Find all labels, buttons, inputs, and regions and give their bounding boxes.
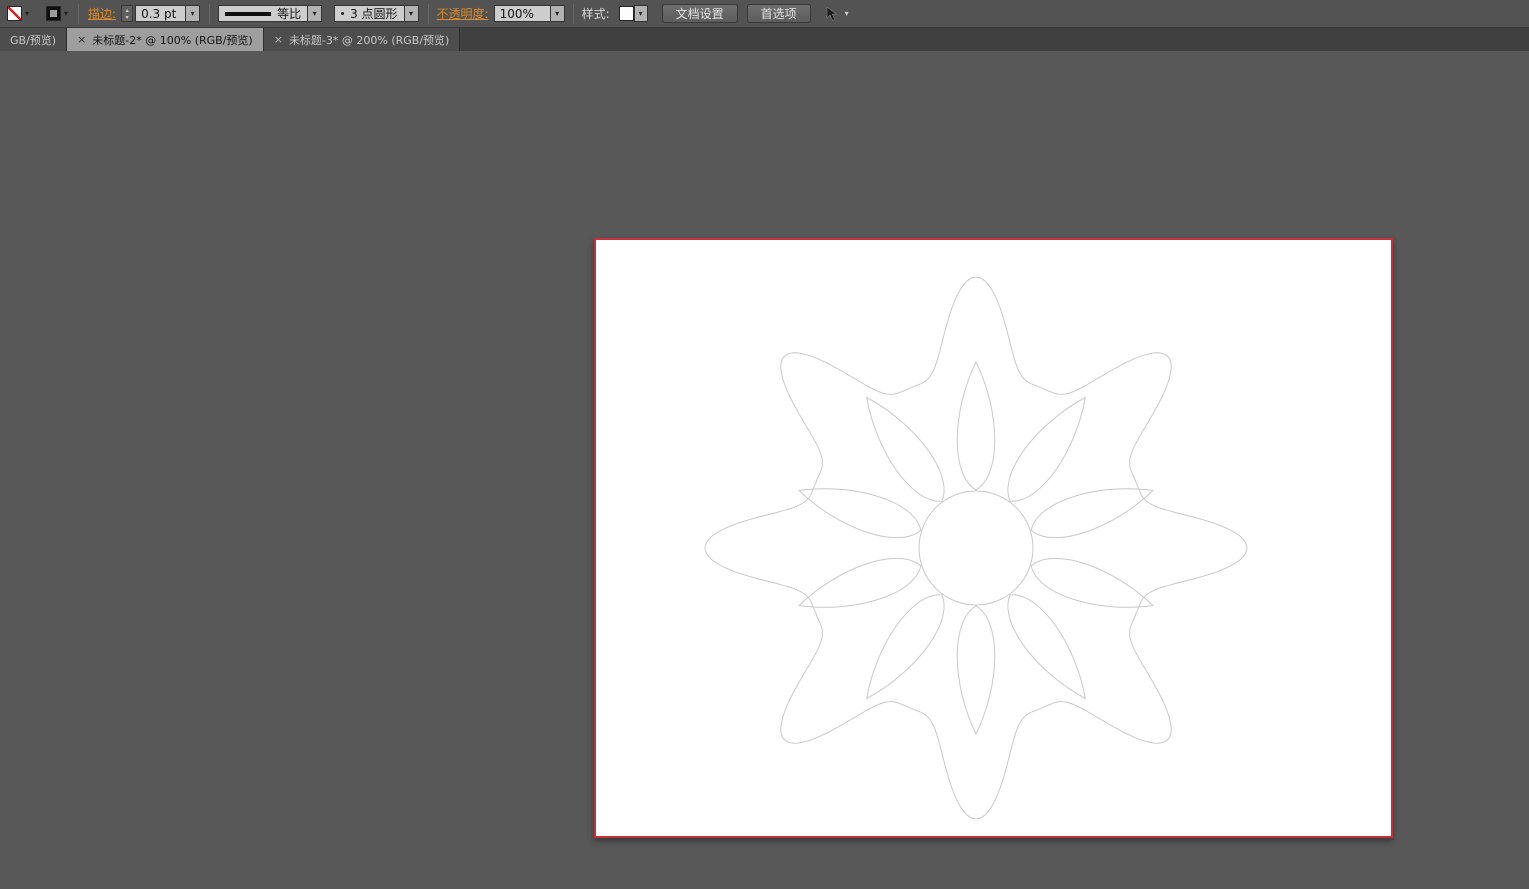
tab-bar-filler	[460, 28, 1529, 51]
petal-path[interactable]	[1008, 398, 1085, 502]
stroke-color-swatch[interactable]	[46, 6, 61, 21]
stroke-weight-stepper[interactable]: ▴▾	[121, 5, 133, 22]
chevron-down-icon: ▾	[639, 9, 643, 18]
petal-path[interactable]	[867, 398, 944, 502]
chevron-down-icon: ▾	[191, 9, 195, 18]
separator	[573, 4, 574, 24]
brush-definition-select[interactable]: 3 点圆形	[334, 5, 404, 22]
artboard[interactable]	[594, 238, 1393, 838]
close-icon[interactable]: ×	[77, 34, 86, 45]
chevron-down-icon: ▾	[313, 9, 317, 18]
style-label: 样式:	[582, 5, 610, 22]
petal-path[interactable]	[799, 489, 921, 538]
document-tab-untitled-3[interactable]: × 未标题-3* @ 200% (RGB/预览)	[264, 28, 461, 51]
tab-label: 未标题-3* @ 200% (RGB/预览)	[289, 32, 449, 48]
panel-menu-dropdown-icon[interactable]: ▾	[845, 10, 849, 18]
graphic-style-dropdown-button[interactable]: ▾	[634, 5, 648, 22]
petal-path[interactable]	[957, 362, 994, 490]
fill-color-swatch[interactable]	[7, 6, 22, 21]
brush-definition-value: 3 点圆形	[350, 5, 397, 22]
brush-definition-dropdown-button[interactable]: ▾	[405, 5, 419, 22]
tab-label: 未标题-2* @ 100% (RGB/预览)	[92, 32, 252, 48]
stroke-panel-link[interactable]: 描边:	[88, 5, 116, 22]
stroke-swatch-dropdown-icon[interactable]: ▾	[64, 10, 68, 18]
control-bar: ▾ ▾ 描边: ▴▾ 0.3 pt ▾ 等比 ▾ 3 点圆形 ▾ 不透明度: 1…	[0, 0, 1529, 28]
width-profile-dropdown-button[interactable]: ▾	[308, 5, 322, 22]
petal-path[interactable]	[867, 595, 944, 699]
stepper-down-icon[interactable]: ▾	[126, 14, 129, 21]
petal-path[interactable]	[1008, 595, 1085, 699]
opacity-field[interactable]: 100%	[494, 5, 551, 22]
petal-path[interactable]	[1031, 489, 1153, 538]
stepper-up-icon[interactable]: ▴	[126, 7, 129, 14]
fill-swatch-dropdown-icon[interactable]: ▾	[25, 10, 29, 18]
tab-label: GB/预览)	[10, 32, 56, 48]
flower-artwork	[596, 240, 1391, 836]
uniform-width-profile-icon	[225, 12, 271, 16]
document-setup-button[interactable]: 文档设置	[662, 4, 738, 23]
document-tab-partial[interactable]: GB/预览)	[0, 28, 67, 51]
center-circle-path[interactable]	[919, 491, 1033, 605]
opacity-dropdown-button[interactable]: ▾	[551, 5, 565, 22]
outer-star-path[interactable]	[705, 277, 1247, 819]
round-brush-icon	[341, 12, 344, 15]
width-profile-select[interactable]: 等比	[218, 5, 308, 22]
graphic-style-swatch[interactable]	[619, 6, 634, 21]
chevron-down-icon: ▾	[409, 9, 413, 18]
preferences-button[interactable]: 首选项	[747, 4, 811, 23]
separator	[209, 4, 210, 24]
stroke-weight-dropdown-button[interactable]: ▾	[186, 5, 200, 22]
petal-path[interactable]	[799, 558, 921, 607]
width-profile-value: 等比	[277, 5, 301, 22]
document-tab-untitled-2[interactable]: × 未标题-2* @ 100% (RGB/预览)	[67, 28, 264, 51]
chevron-down-icon: ▾	[555, 9, 559, 18]
separator	[78, 4, 79, 24]
document-tab-bar: GB/预览) × 未标题-2* @ 100% (RGB/预览) × 未标题-3*…	[0, 28, 1529, 51]
petal-path[interactable]	[957, 606, 994, 734]
selection-options-icon[interactable]	[824, 7, 840, 21]
stroke-weight-field[interactable]: 0.3 pt	[135, 5, 186, 22]
canvas-area[interactable]	[0, 51, 1529, 889]
opacity-panel-link[interactable]: 不透明度:	[437, 5, 489, 22]
close-icon[interactable]: ×	[274, 34, 283, 45]
separator	[428, 4, 429, 24]
petal-path[interactable]	[1031, 558, 1153, 607]
illustrator-app: ▾ ▾ 描边: ▴▾ 0.3 pt ▾ 等比 ▾ 3 点圆形 ▾ 不透明度: 1…	[0, 0, 1529, 889]
